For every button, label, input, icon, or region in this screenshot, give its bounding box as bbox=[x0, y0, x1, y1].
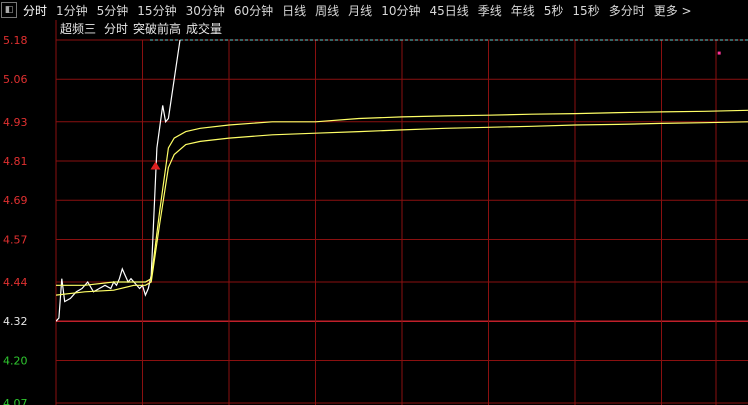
y-tick-label: 4.07 bbox=[3, 397, 28, 405]
panel-toggle-icon[interactable]: ◧ bbox=[1, 2, 17, 18]
legend-item: 突破前高 bbox=[133, 21, 181, 36]
tab-6[interactable]: 日线 bbox=[282, 2, 306, 19]
series-line-0 bbox=[56, 40, 181, 322]
tab-14[interactable]: 15秒 bbox=[572, 2, 599, 19]
tab-9[interactable]: 10分钟 bbox=[381, 2, 420, 19]
tab-15[interactable]: 多分时 bbox=[609, 2, 645, 19]
legend-item: 分时 bbox=[104, 22, 128, 36]
y-tick-label: 4.69 bbox=[3, 194, 28, 207]
tab-12[interactable]: 年线 bbox=[511, 2, 535, 19]
tab-13[interactable]: 5秒 bbox=[544, 2, 564, 19]
y-tick-label: 4.81 bbox=[3, 155, 28, 168]
intraday-chart: 5.18 5.06 4.93 4.81 4.69 4.57 4.44 4.32 4.20 4.07… bbox=[3, 20, 748, 405]
y-tick-label: 4.32 bbox=[3, 315, 28, 328]
up-arrow-marker bbox=[150, 161, 161, 170]
y-tick-label: 4.57 bbox=[3, 233, 28, 246]
y-tick-label: 4.20 bbox=[3, 354, 28, 367]
tab-1[interactable]: 1分钟 bbox=[56, 2, 88, 19]
legend-text: 超频三 分时 突破前高 成交量 bbox=[60, 21, 222, 36]
tab-4[interactable]: 30分钟 bbox=[186, 2, 225, 19]
y-tick-label: 4.93 bbox=[3, 116, 28, 129]
y-tick-label: 4.44 bbox=[3, 276, 28, 289]
dot-marker bbox=[717, 51, 721, 55]
tab-3[interactable]: 15分钟 bbox=[137, 2, 176, 19]
legend-item: 超频三 bbox=[60, 21, 96, 36]
tab-7[interactable]: 周线 bbox=[315, 2, 339, 19]
legend-item: 成交量 bbox=[186, 21, 222, 36]
tab-10[interactable]: 45日线 bbox=[429, 2, 468, 19]
y-tick-label: 5.18 bbox=[3, 34, 28, 47]
tab-8[interactable]: 月线 bbox=[348, 2, 372, 19]
tab-5[interactable]: 60分钟 bbox=[234, 2, 273, 19]
tab-2[interactable]: 5分钟 bbox=[97, 2, 129, 19]
tab-0[interactable]: 分时 bbox=[23, 2, 47, 19]
tab-11[interactable]: 季线 bbox=[478, 2, 502, 19]
y-tick-label: 5.06 bbox=[3, 73, 28, 86]
period-tabs: 分时 1分钟 5分钟 15分钟 30分钟 60分钟 日线 周线 月线 10分钟 45日线 季线 年线 5秒… bbox=[23, 2, 701, 19]
tab-16[interactable]: 更多 > bbox=[654, 2, 692, 19]
period-toolbar: ◧ 分时 1分钟 5分钟 15分钟 30分钟 60分钟 日线 周线 月线 10分钟 45日线 季线 年线… bbox=[0, 0, 748, 20]
